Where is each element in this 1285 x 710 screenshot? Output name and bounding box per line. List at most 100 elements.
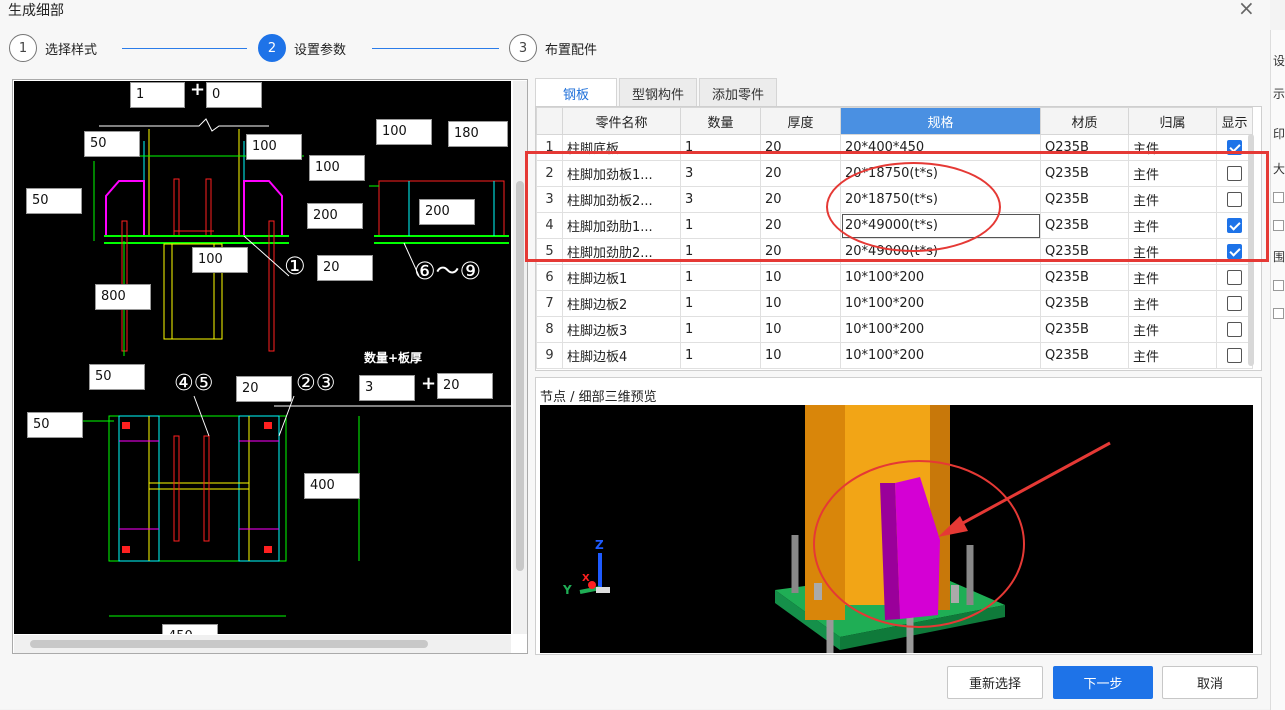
cell-name[interactable]: 柱脚边板3 <box>562 316 681 343</box>
cell-owner[interactable]: 主件 <box>1128 160 1217 187</box>
show-checkbox[interactable] <box>1227 322 1242 337</box>
cell-material[interactable]: Q235B <box>1040 186 1129 213</box>
edge-checkbox[interactable] <box>1273 308 1284 319</box>
show-checkbox[interactable] <box>1227 166 1242 181</box>
col-header-quantity[interactable]: 数量 <box>680 107 761 135</box>
next-button[interactable]: 下一步 <box>1053 666 1153 699</box>
cell-thickness[interactable]: 10 <box>760 316 841 343</box>
cell-spec[interactable]: 10*100*200 <box>840 316 1041 343</box>
cell-thickness[interactable]: 20 <box>760 134 841 161</box>
cell-name[interactable]: 柱脚加劲板2... <box>562 186 681 213</box>
cell-owner[interactable]: 主件 <box>1128 238 1217 265</box>
cell-name[interactable]: 柱脚边板2 <box>562 290 681 317</box>
param-input[interactable]: 50 <box>89 364 145 390</box>
cell-material[interactable]: Q235B <box>1040 134 1129 161</box>
col-header-name[interactable]: 零件名称 <box>562 107 681 135</box>
param-input[interactable]: 200 <box>307 203 363 229</box>
cell-material[interactable]: Q235B <box>1040 238 1129 265</box>
table-row[interactable]: 2 柱脚加劲板1... 3 20 20*18750(t*s) Q235B 主件 <box>536 160 1253 187</box>
row-number[interactable]: 4 <box>536 212 563 239</box>
col-header-owner[interactable]: 归属 <box>1128 107 1217 135</box>
cell-quantity[interactable]: 1 <box>680 316 761 343</box>
cell-material[interactable]: Q235B <box>1040 342 1129 369</box>
cell-thickness[interactable]: 10 <box>760 264 841 291</box>
cell-material[interactable]: Q235B <box>1040 264 1129 291</box>
show-checkbox[interactable] <box>1227 218 1242 233</box>
show-checkbox[interactable] <box>1227 270 1242 285</box>
param-input[interactable]: 100 <box>192 247 248 273</box>
cell-quantity[interactable]: 3 <box>680 186 761 213</box>
cell-name[interactable]: 柱脚边板1 <box>562 264 681 291</box>
table-row[interactable]: 4 柱脚加劲肋1... 1 20 20*49000(t*s) Q235B 主件 <box>536 212 1253 239</box>
cell-name[interactable]: 柱脚底板 <box>562 134 681 161</box>
cell-thickness[interactable]: 20 <box>760 238 841 265</box>
edge-checkbox[interactable] <box>1273 220 1284 231</box>
cell-owner[interactable]: 主件 <box>1128 342 1217 369</box>
cell-material[interactable]: Q235B <box>1040 212 1129 239</box>
drawing-horizontal-scrollbar[interactable] <box>14 635 511 653</box>
table-row[interactable]: 3 柱脚加劲板2... 3 20 20*18750(t*s) Q235B 主件 <box>536 186 1253 213</box>
reselect-button[interactable]: 重新选择 <box>947 666 1043 699</box>
drawing-vertical-scrollbar[interactable] <box>513 81 527 634</box>
close-icon[interactable]: × <box>1238 0 1255 20</box>
show-checkbox[interactable] <box>1227 244 1242 259</box>
cell-spec[interactable]: 20*400*450 <box>840 134 1041 161</box>
cell-material[interactable]: Q235B <box>1040 316 1129 343</box>
cell-name[interactable]: 柱脚加劲肋2... <box>562 238 681 265</box>
row-number[interactable]: 7 <box>536 290 563 317</box>
cell-spec[interactable]: 20*49000(t*s) <box>840 212 1041 239</box>
table-row[interactable]: 5 柱脚加劲肋2... 1 20 20*49000(t*s) Q235B 主件 <box>536 238 1253 265</box>
param-input[interactable]: 20 <box>236 376 292 402</box>
table-row[interactable]: 9 柱脚边板4 1 10 10*100*200 Q235B 主件 <box>536 342 1253 369</box>
param-input[interactable]: 400 <box>304 473 360 499</box>
cell-quantity[interactable]: 1 <box>680 342 761 369</box>
param-input[interactable]: 3 <box>359 375 415 401</box>
row-number[interactable]: 1 <box>536 134 563 161</box>
tab-section-member[interactable]: 型钢构件 <box>619 78 698 106</box>
param-input[interactable]: 20 <box>437 373 493 399</box>
cell-material[interactable]: Q235B <box>1040 160 1129 187</box>
cell-quantity[interactable]: 3 <box>680 160 761 187</box>
scrollbar-thumb[interactable] <box>516 181 524 571</box>
cell-spec[interactable]: 10*100*200 <box>840 290 1041 317</box>
param-input[interactable]: 20 <box>317 255 373 281</box>
tab-add-part[interactable]: 添加零件 <box>699 78 778 106</box>
tab-steel-plate[interactable]: 钢板 <box>535 78 618 106</box>
show-checkbox[interactable] <box>1227 192 1242 207</box>
3d-viewport[interactable]: Z Y X <box>540 405 1253 653</box>
cell-name[interactable]: 柱脚加劲肋1... <box>562 212 681 239</box>
cell-spec[interactable]: 20*49000(t*s) <box>840 238 1041 265</box>
cancel-button[interactable]: 取消 <box>1162 666 1258 699</box>
param-input[interactable]: 100 <box>309 155 365 181</box>
edge-checkbox[interactable] <box>1273 192 1284 203</box>
cell-spec[interactable]: 10*100*200 <box>840 264 1041 291</box>
cell-owner[interactable]: 主件 <box>1128 264 1217 291</box>
col-header-spec[interactable]: 规格 <box>840 107 1041 135</box>
param-input[interactable]: 100 <box>376 119 432 145</box>
table-scrollbar[interactable] <box>1248 134 1254 366</box>
cell-quantity[interactable]: 1 <box>680 212 761 239</box>
param-input[interactable]: 50 <box>26 188 82 214</box>
cell-owner[interactable]: 主件 <box>1128 316 1217 343</box>
param-input[interactable]: 1 <box>130 82 185 108</box>
cell-thickness[interactable]: 10 <box>760 290 841 317</box>
cell-thickness[interactable]: 20 <box>760 160 841 187</box>
table-row[interactable]: 7 柱脚边板2 1 10 10*100*200 Q235B 主件 <box>536 290 1253 317</box>
row-number[interactable]: 9 <box>536 342 563 369</box>
param-input[interactable]: 180 <box>448 121 508 147</box>
cell-quantity[interactable]: 1 <box>680 134 761 161</box>
cell-owner[interactable]: 主件 <box>1128 290 1217 317</box>
param-input[interactable]: 450 <box>162 624 218 634</box>
row-number[interactable]: 2 <box>536 160 563 187</box>
param-input[interactable]: 50 <box>84 131 140 157</box>
edge-checkbox[interactable] <box>1273 280 1284 291</box>
show-checkbox[interactable] <box>1227 296 1242 311</box>
param-input[interactable]: 0 <box>206 82 262 108</box>
param-input[interactable]: 800 <box>95 284 151 310</box>
cell-quantity[interactable]: 1 <box>680 238 761 265</box>
col-header-material[interactable]: 材质 <box>1040 107 1129 135</box>
row-number[interactable]: 5 <box>536 238 563 265</box>
table-row[interactable]: 6 柱脚边板1 1 10 10*100*200 Q235B 主件 <box>536 264 1253 291</box>
cell-thickness[interactable]: 20 <box>760 212 841 239</box>
cell-thickness[interactable]: 20 <box>760 186 841 213</box>
